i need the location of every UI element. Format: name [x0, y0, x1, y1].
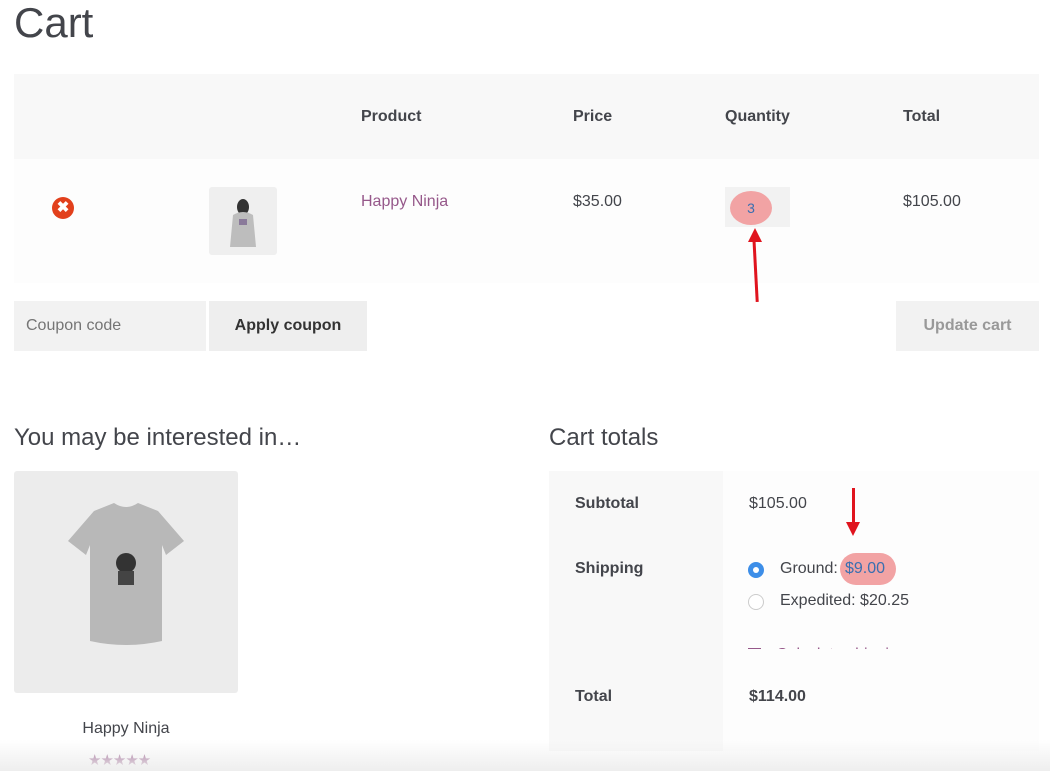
annotation-arrowhead-shipping	[846, 522, 860, 536]
update-cart-button[interactable]: Update cart	[896, 301, 1039, 351]
product-card-image[interactable]	[14, 471, 238, 693]
cross-sells-heading: You may be interested in…	[14, 424, 302, 451]
product-link[interactable]: Happy Ninja	[361, 193, 448, 211]
quantity-input[interactable]: 3	[725, 187, 790, 227]
product-thumbnail[interactable]	[209, 187, 277, 255]
tshirt-image	[68, 503, 184, 645]
annotation-arrowhead	[748, 228, 762, 242]
shipping-radio-expedited[interactable]	[748, 594, 764, 610]
header-total: Total	[903, 108, 941, 125]
shipping-radio-ground[interactable]	[748, 562, 764, 578]
ground-label: Ground:	[780, 560, 838, 577]
remove-item-icon[interactable]: ✖	[52, 197, 74, 219]
product-price: $35.00	[573, 193, 622, 210]
apply-coupon-button[interactable]: Apply coupon	[209, 301, 367, 351]
quantity-value[interactable]: 3	[730, 191, 772, 225]
total-value: $114.00	[749, 688, 806, 705]
shipping-label: Shipping	[575, 560, 644, 577]
hoodie-image	[230, 199, 256, 247]
header-quantity: Quantity	[725, 108, 790, 125]
line-total: $105.00	[903, 193, 961, 210]
page-title: Cart	[14, 0, 94, 46]
coupon-code-input[interactable]	[14, 301, 206, 351]
shipping-option-ground[interactable]: Ground:	[780, 560, 838, 578]
table-row: ✖ Happy Ninja $35.00 3 $105.00	[14, 159, 1039, 283]
cart-table-header: Product Price Quantity Total	[14, 74, 1039, 159]
header-product: Product	[361, 108, 422, 125]
bottom-fade	[0, 740, 1050, 771]
ground-price: $9.00	[845, 560, 886, 577]
cart-totals-heading: Cart totals	[549, 424, 659, 451]
subtotal-value: $105.00	[749, 495, 807, 512]
shipping-option-expedited[interactable]: Expedited: $20.25	[780, 592, 909, 610]
cart-totals-table: Subtotal Shipping $105.00 Ground: $9.00 …	[549, 471, 1039, 751]
subtotal-label: Subtotal	[575, 495, 639, 512]
product-card-name[interactable]: Happy Ninja	[14, 720, 238, 738]
total-label: Total	[575, 688, 613, 705]
annotation-arrow-shipping	[852, 488, 855, 524]
header-price: Price	[573, 108, 613, 125]
